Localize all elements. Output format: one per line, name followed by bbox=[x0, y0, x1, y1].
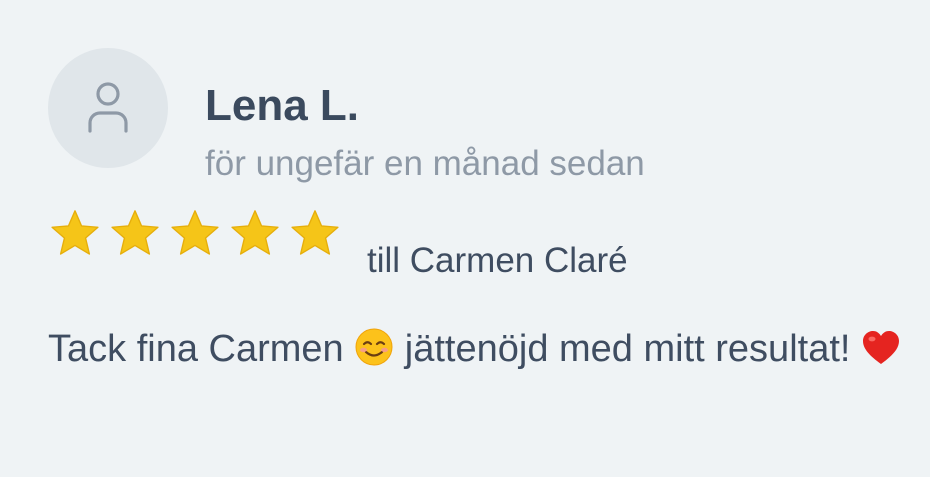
review-text: Tack fina Carmen jättenöjd med mitt resu… bbox=[48, 318, 908, 380]
star-icon bbox=[171, 210, 219, 255]
star-icon bbox=[291, 210, 339, 255]
review-text-part2: jättenöjd med mitt resultat! bbox=[404, 328, 851, 370]
red-heart-icon bbox=[863, 331, 900, 364]
user-icon bbox=[86, 81, 130, 135]
avatar bbox=[48, 48, 168, 168]
author-name: Lena L. bbox=[205, 81, 360, 130]
star-icon bbox=[111, 210, 159, 255]
review-recipient: till Carmen Claré bbox=[367, 241, 628, 280]
review-time: för ungefär en månad sedan bbox=[205, 144, 645, 183]
review-card: Lena L. för ungefär en månad sedan till … bbox=[0, 0, 930, 477]
smiling-face-icon bbox=[355, 328, 393, 366]
star-icon bbox=[231, 210, 279, 255]
star-rating bbox=[48, 208, 342, 260]
review-text-part1: Tack fina Carmen bbox=[48, 328, 344, 370]
star-icon bbox=[51, 210, 99, 255]
